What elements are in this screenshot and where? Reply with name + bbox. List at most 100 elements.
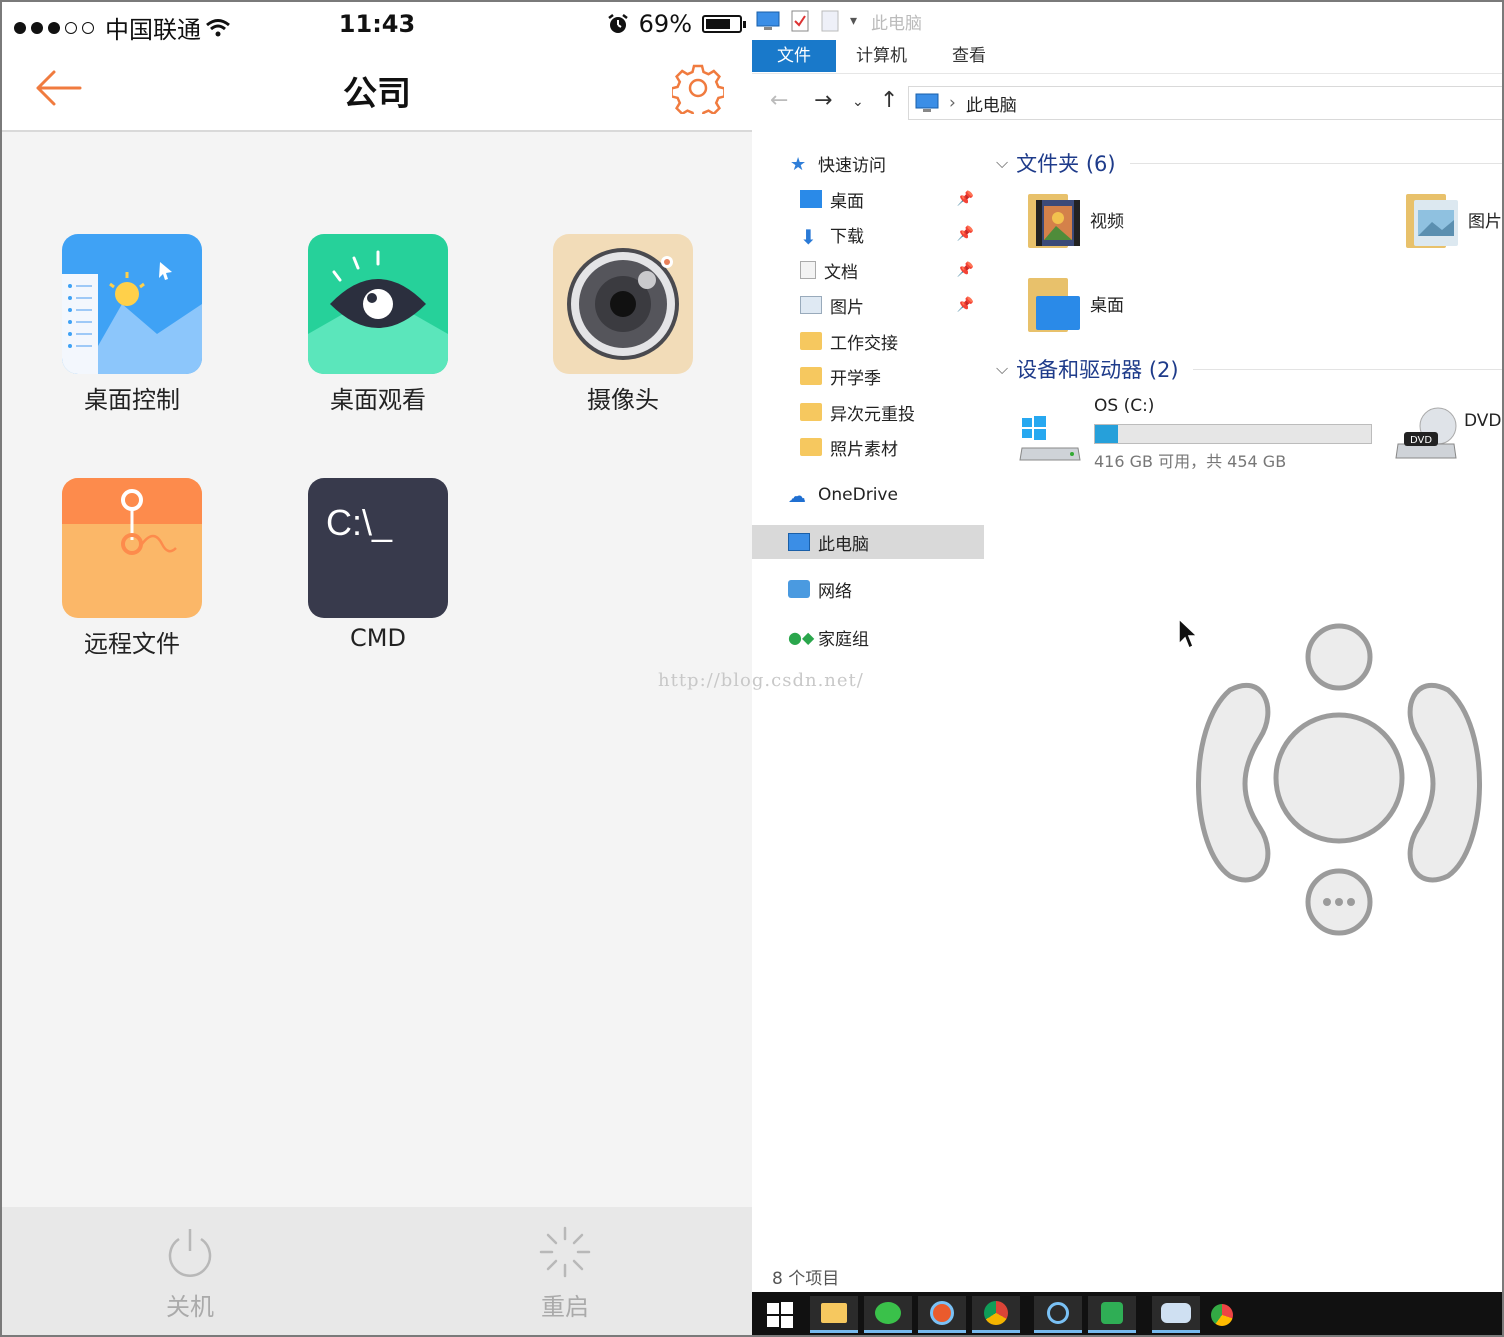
group-title: 文件夹 (6) bbox=[1016, 152, 1116, 176]
tree-item-onedrive[interactable]: ☁ OneDrive bbox=[788, 478, 984, 512]
tree-item-documents[interactable]: 文档 📌 bbox=[800, 253, 984, 287]
file-explorer-taskbar-icon[interactable] bbox=[810, 1296, 858, 1333]
drive-c-name: OS (C:) bbox=[1094, 396, 1155, 416]
virtual-joystick[interactable] bbox=[1178, 620, 1500, 940]
gear-icon[interactable] bbox=[672, 62, 724, 114]
breadcrumb[interactable]: 此电脑 bbox=[966, 91, 1017, 116]
alarm-icon bbox=[607, 14, 628, 33]
tree-item-downloads[interactable]: ⬇ 下载 📌 bbox=[800, 217, 984, 251]
tile-remote-files[interactable]: 远程文件 bbox=[52, 478, 212, 659]
tree-item-pictures[interactable]: 图片 📌 bbox=[800, 288, 984, 322]
drive-dvd[interactable]: DVD DVD bbox=[1394, 404, 1502, 466]
tree-item-this-pc[interactable]: 此电脑 bbox=[752, 525, 984, 559]
joystick-center-button[interactable] bbox=[1273, 712, 1405, 844]
remote-file-icon bbox=[62, 478, 202, 618]
tree-item-folder[interactable]: 照片素材 bbox=[800, 430, 984, 464]
download-icon: ⬇ bbox=[800, 225, 817, 249]
address-box[interactable]: › 此电脑 bbox=[908, 86, 1502, 120]
status-right: 69% bbox=[607, 10, 746, 38]
tile-desktop-control[interactable]: 桌面控制 bbox=[52, 234, 212, 415]
group-header-devices[interactable]: ⌵ 设备和驱动器 (2) bbox=[996, 354, 1502, 384]
joystick-up-button[interactable] bbox=[1305, 623, 1373, 691]
restart-button[interactable]: 重启 bbox=[505, 1225, 625, 1322]
quick-access-toolbar: ▾ 此电脑 bbox=[752, 2, 1502, 40]
tree-item-folder[interactable]: 异次元重投 bbox=[800, 395, 984, 429]
app-taskbar-icon[interactable] bbox=[1088, 1296, 1136, 1333]
collapse-chevron-icon: ⌵ bbox=[996, 359, 1009, 378]
tree-label: 开学季 bbox=[830, 368, 881, 389]
shutdown-button[interactable]: 关机 bbox=[130, 1225, 250, 1322]
folder-label: 桌面 bbox=[1090, 295, 1124, 316]
app-grid-taskbar-icon[interactable] bbox=[1152, 1296, 1200, 1333]
tile-cmd[interactable]: C:\_ CMD bbox=[298, 478, 458, 652]
joystick-right-button[interactable] bbox=[1407, 682, 1482, 883]
forward-icon[interactable]: → bbox=[814, 88, 832, 113]
computer-icon bbox=[788, 533, 810, 551]
cloud-icon: ☁ bbox=[788, 486, 806, 507]
app-taskbar-icon[interactable] bbox=[1198, 1296, 1246, 1333]
tab-file[interactable]: 文件 bbox=[752, 40, 836, 72]
folder-videos[interactable]: 视频 bbox=[1028, 190, 1124, 248]
tree-label: 此电脑 bbox=[818, 534, 869, 555]
drive-c[interactable] bbox=[1018, 408, 1084, 468]
tree-label: 家庭组 bbox=[818, 629, 869, 650]
recent-chevron-icon[interactable]: ⌄ bbox=[852, 94, 864, 110]
star-icon: ★ bbox=[790, 154, 807, 175]
tree-item-folder[interactable]: 开学季 bbox=[800, 359, 984, 393]
status-item-count: 8 个项目 bbox=[772, 1269, 840, 1289]
search-taskbar-icon[interactable] bbox=[1034, 1296, 1082, 1333]
folder-pictures[interactable]: 图片 bbox=[1406, 190, 1502, 248]
page-title: 公司 bbox=[343, 74, 411, 114]
pin-icon: 📌 bbox=[956, 262, 974, 278]
tile-label: 桌面观看 bbox=[330, 386, 426, 414]
tree-label: 工作交接 bbox=[830, 333, 898, 354]
tree-item-folder[interactable]: 工作交接 bbox=[800, 324, 984, 358]
breadcrumb-chevron-icon: › bbox=[949, 93, 956, 113]
drive-usage-bar bbox=[1094, 424, 1372, 444]
new-folder-icon[interactable] bbox=[820, 10, 840, 32]
pin-icon: 📌 bbox=[956, 191, 974, 207]
tab-computer[interactable]: 计算机 bbox=[856, 40, 907, 72]
folder-icon bbox=[800, 403, 822, 421]
drive-c-free-text: 416 GB 可用，共 454 GB bbox=[1094, 452, 1287, 471]
terminal-icon: C:\_ bbox=[308, 478, 448, 618]
browser-taskbar-icon[interactable] bbox=[918, 1296, 966, 1333]
windows-drive-icon bbox=[1019, 416, 1081, 461]
window-title: 此电脑 bbox=[871, 13, 923, 34]
folder-icon bbox=[800, 332, 822, 350]
tree-item-homegroup[interactable]: ●◆ 家庭组 bbox=[788, 620, 984, 654]
start-button[interactable] bbox=[756, 1296, 804, 1333]
eye-icon bbox=[308, 234, 448, 374]
desktop-icon bbox=[800, 190, 822, 208]
wechat-taskbar-icon[interactable] bbox=[864, 1296, 912, 1333]
tab-view[interactable]: 查看 bbox=[952, 40, 986, 72]
back-icon[interactable]: ← bbox=[770, 88, 788, 113]
terminal-prompt-text: C:\_ bbox=[326, 502, 393, 543]
joystick-left-button[interactable] bbox=[1196, 682, 1271, 883]
properties-icon[interactable] bbox=[790, 10, 810, 32]
folder-icon bbox=[800, 367, 822, 385]
tile-label: 远程文件 bbox=[84, 630, 180, 658]
tree-label: 图片 bbox=[830, 297, 864, 318]
up-icon[interactable]: ↑ bbox=[880, 88, 898, 113]
tile-camera[interactable]: 摄像头 bbox=[543, 234, 703, 415]
network-icon bbox=[788, 580, 810, 598]
tile-desktop-view[interactable]: 桌面观看 bbox=[298, 234, 458, 415]
computer-icon bbox=[756, 11, 780, 30]
tile-label: 摄像头 bbox=[587, 386, 659, 414]
folder-desktop[interactable]: 桌面 bbox=[1028, 274, 1124, 332]
power-icon bbox=[168, 1229, 212, 1277]
group-title: 设备和驱动器 (2) bbox=[1016, 358, 1179, 382]
battery-percent: 69% bbox=[638, 10, 692, 38]
folder-label: 视频 bbox=[1090, 211, 1124, 232]
tree-item-quick-access[interactable]: ★ 快速访问 bbox=[790, 146, 1022, 180]
chrome-taskbar-icon[interactable] bbox=[972, 1296, 1020, 1333]
tree-item-desktop[interactable]: 桌面 📌 bbox=[800, 182, 984, 216]
dvd-drive-icon: DVD bbox=[1395, 407, 1457, 459]
qat-dropdown-icon[interactable]: ▾ bbox=[850, 13, 857, 29]
windows-logo-icon bbox=[767, 1301, 793, 1328]
group-header-folders[interactable]: ⌵ 文件夹 (6) bbox=[996, 148, 1502, 178]
tree-item-network[interactable]: 网络 bbox=[788, 572, 984, 606]
tree-label: 下载 bbox=[830, 226, 864, 247]
screenshot-root: 中国联通 11:43 69% 公司 桌面控制 桌面观看 摄像头 远程文件 C:\… bbox=[0, 0, 1504, 1337]
